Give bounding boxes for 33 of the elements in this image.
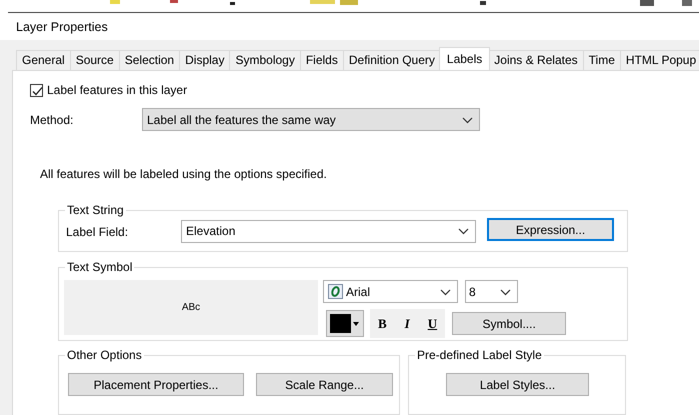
caret-icon — [500, 288, 511, 296]
method-dropdown[interactable]: Label all the features the same way — [142, 108, 480, 131]
bold-button[interactable]: B — [374, 314, 391, 334]
checkbox[interactable] — [30, 84, 43, 96]
tab[interactable]: General — [16, 50, 71, 70]
caret-icon — [353, 322, 359, 326]
label-preview: ABc — [64, 280, 318, 335]
method-label: Method: — [30, 112, 74, 128]
checkbox-label: Label features in this layer — [47, 82, 188, 99]
window-title: Layer Properties — [16, 18, 108, 36]
placement-properties-button[interactable]: Placement Properties... — [68, 373, 244, 396]
group-title: Text String — [65, 203, 126, 217]
caret-icon — [458, 228, 469, 236]
size-dropdown[interactable]: 8 — [465, 280, 518, 303]
scale-range-button[interactable]: Scale Range... — [256, 373, 393, 396]
color-button[interactable] — [326, 310, 364, 337]
tab[interactable]: Labels — [438, 47, 490, 70]
label-field-dropdown[interactable]: Elevation — [181, 220, 476, 242]
italic-button[interactable]: I — [400, 314, 414, 334]
group-title: Pre-defined Label Style — [415, 348, 544, 362]
field-label: Label Field: — [66, 224, 130, 241]
symbol-button[interactable]: Symbol.... — [452, 312, 566, 335]
caret-icon — [440, 288, 451, 296]
color-swatch-icon — [330, 314, 351, 333]
caret-icon — [462, 116, 473, 124]
label-styles-button[interactable]: Label Styles... — [446, 373, 589, 396]
font-dropdown[interactable]: Arial — [323, 280, 458, 303]
font-icon — [328, 284, 343, 299]
group-title: Text Symbol — [65, 260, 134, 274]
description-text: All features will be labeled using the options specified. — [40, 166, 328, 183]
underline-button[interactable]: U — [424, 314, 442, 334]
group-title: Other Options — [65, 348, 144, 362]
expression-button[interactable]: Expression... — [487, 218, 614, 241]
